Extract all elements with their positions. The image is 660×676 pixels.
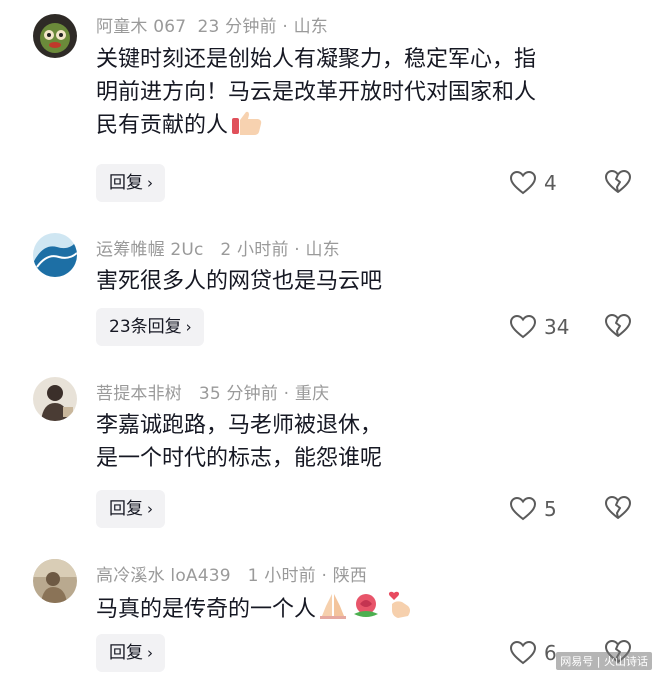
avatar[interactable] xyxy=(33,559,77,603)
comment-text: 李嘉诚跑路，马老师被退休， 是一个时代的标志，能怨谁呢 xyxy=(96,409,636,475)
timestamp: 1 小时前 xyxy=(247,566,316,586)
reply-button[interactable]: 回复 › xyxy=(96,490,165,528)
avatar[interactable] xyxy=(33,233,77,277)
location: 陕西 xyxy=(332,566,368,586)
comment-text: 害死很多人的网贷也是马云吧 xyxy=(96,265,636,298)
reply-button[interactable]: 回复 › xyxy=(96,164,165,202)
like-count: 4 xyxy=(544,171,557,195)
chevron-right-icon: › xyxy=(147,644,153,662)
like-button[interactable]: 34 xyxy=(510,312,569,342)
username[interactable]: 运筹帷幄 2Uc xyxy=(96,240,204,260)
comment-text-content: 李嘉诚跑路，马老师被退休， 是一个时代的标志，能怨谁呢 xyxy=(96,413,383,471)
chevron-right-icon: › xyxy=(147,500,153,518)
comment-meta: 运筹帷幄 2Uc 2 小时前 · 山东 xyxy=(96,235,340,260)
comment-meta: 高冷溪水 loA439 1 小时前 · 陕西 xyxy=(96,561,367,586)
praying-hands-emoji xyxy=(318,592,348,630)
comment-text: 马真的是传奇的一个人 xyxy=(96,590,636,630)
location: 山东 xyxy=(293,17,328,37)
separator: · xyxy=(321,566,328,586)
like-count: 34 xyxy=(544,315,570,339)
like-count: 5 xyxy=(544,497,557,521)
like-button[interactable]: 6 xyxy=(510,638,557,668)
timestamp: 35 分钟前 xyxy=(198,384,279,404)
comment-text-content: 关键时刻还是创始人有凝聚力，稳定军心，指 明前进方向！马云是改革开放时代对国家和… xyxy=(96,47,537,138)
reply-label: 回复 xyxy=(109,499,143,519)
like-button[interactable]: 5 xyxy=(510,494,557,524)
avatar[interactable] xyxy=(33,14,77,58)
broken-heart-icon xyxy=(605,170,631,193)
thumbs-up-emoji xyxy=(230,110,264,146)
broken-heart-icon xyxy=(605,496,631,519)
timestamp: 23 分钟前 xyxy=(197,17,277,37)
timestamp: 2 小时前 xyxy=(220,240,289,260)
reply-label: 回复 xyxy=(109,173,143,193)
like-button[interactable]: 4 xyxy=(510,168,557,198)
location: 山东 xyxy=(305,240,340,260)
avatar[interactable] xyxy=(33,377,77,421)
reply-label: 23条回复 xyxy=(109,317,182,337)
heart-icon xyxy=(510,497,536,521)
separator: · xyxy=(294,240,300,260)
rose-emoji xyxy=(350,592,382,630)
chevron-right-icon: › xyxy=(185,318,192,336)
location: 重庆 xyxy=(294,384,330,404)
dislike-button[interactable] xyxy=(605,496,631,522)
chevron-right-icon: › xyxy=(147,174,153,192)
dislike-button[interactable] xyxy=(605,314,631,340)
like-count: 6 xyxy=(544,641,557,665)
dislike-button[interactable] xyxy=(605,170,631,196)
comment-meta: 菩提本非树 35 分钟前 · 重庆 xyxy=(96,379,329,404)
heart-icon xyxy=(510,641,536,665)
heart-icon xyxy=(510,315,536,339)
comment-text-content: 害死很多人的网贷也是马云吧 xyxy=(96,269,383,294)
separator: · xyxy=(283,384,290,404)
username[interactable]: 高冷溪水 loA439 xyxy=(96,566,231,586)
username[interactable]: 阿童木 067 xyxy=(96,17,186,37)
watermark: 网易号 | 火山诗话 xyxy=(556,652,652,670)
broken-heart-icon xyxy=(605,314,631,337)
separator: · xyxy=(282,17,288,37)
reply-button[interactable]: 回复 › xyxy=(96,634,165,672)
reply-button[interactable]: 23条回复 › xyxy=(96,308,204,346)
comment-text: 关键时刻还是创始人有凝聚力，稳定军心，指 明前进方向！马云是改革开放时代对国家和… xyxy=(96,43,636,146)
comment-meta: 阿童木 067 23 分钟前 · 山东 xyxy=(96,12,328,37)
reply-label: 回复 xyxy=(109,643,143,663)
comment-text-content: 马真的是传奇的一个人 xyxy=(96,597,317,622)
username[interactable]: 菩提本非树 xyxy=(96,384,182,404)
heart-icon xyxy=(510,171,536,195)
finger-heart-emoji xyxy=(384,590,414,630)
